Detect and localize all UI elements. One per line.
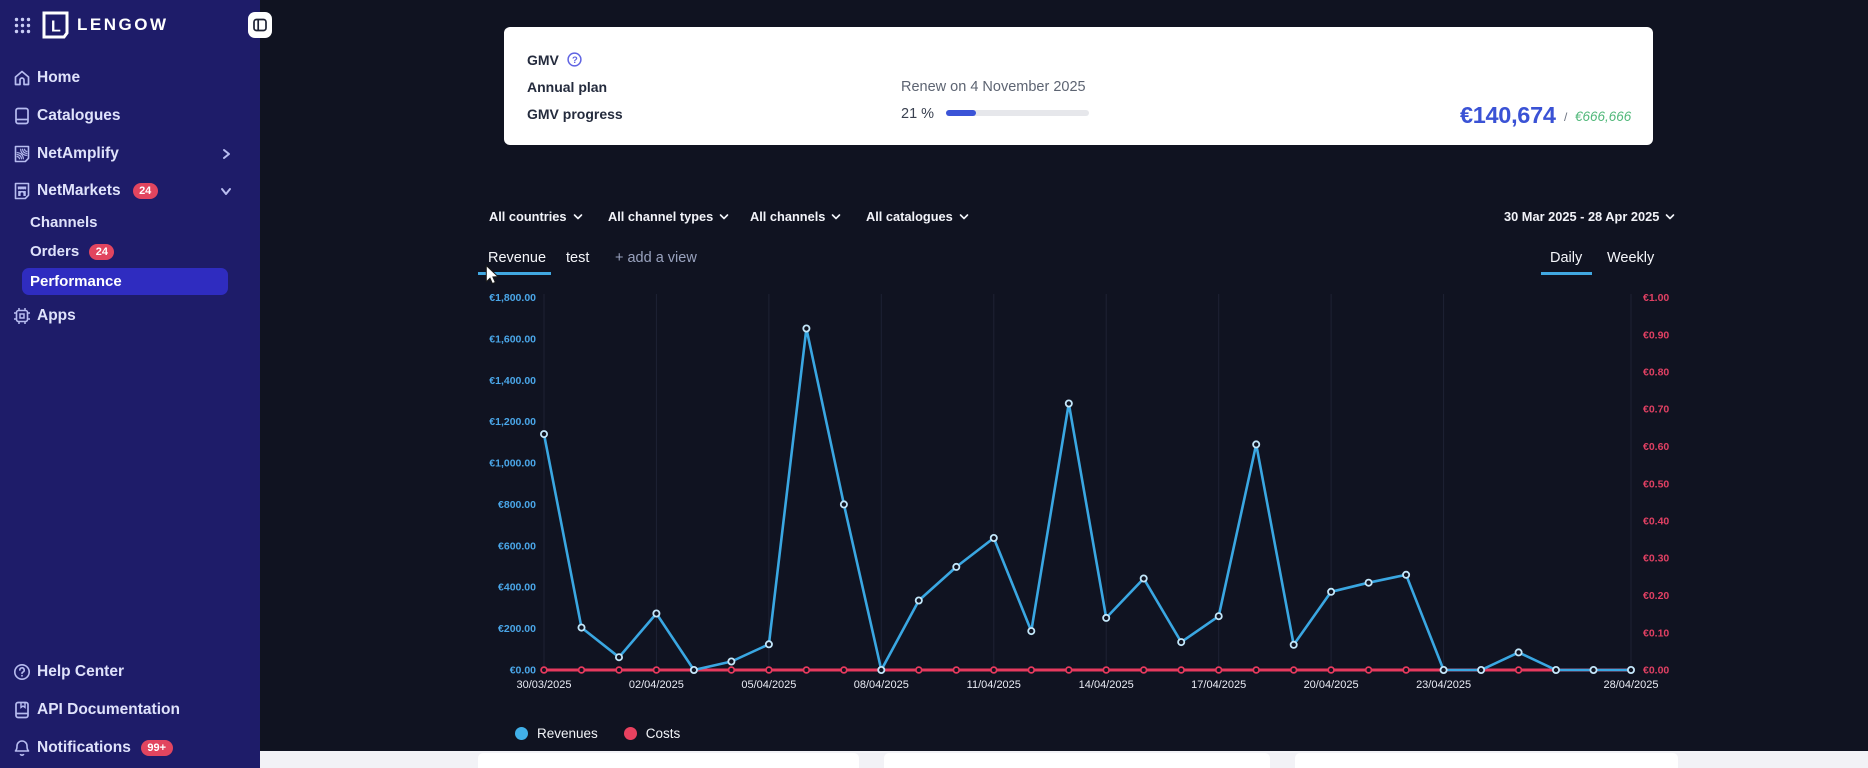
svg-text:?: ? [572,55,578,66]
svg-text:L: L [51,19,61,36]
